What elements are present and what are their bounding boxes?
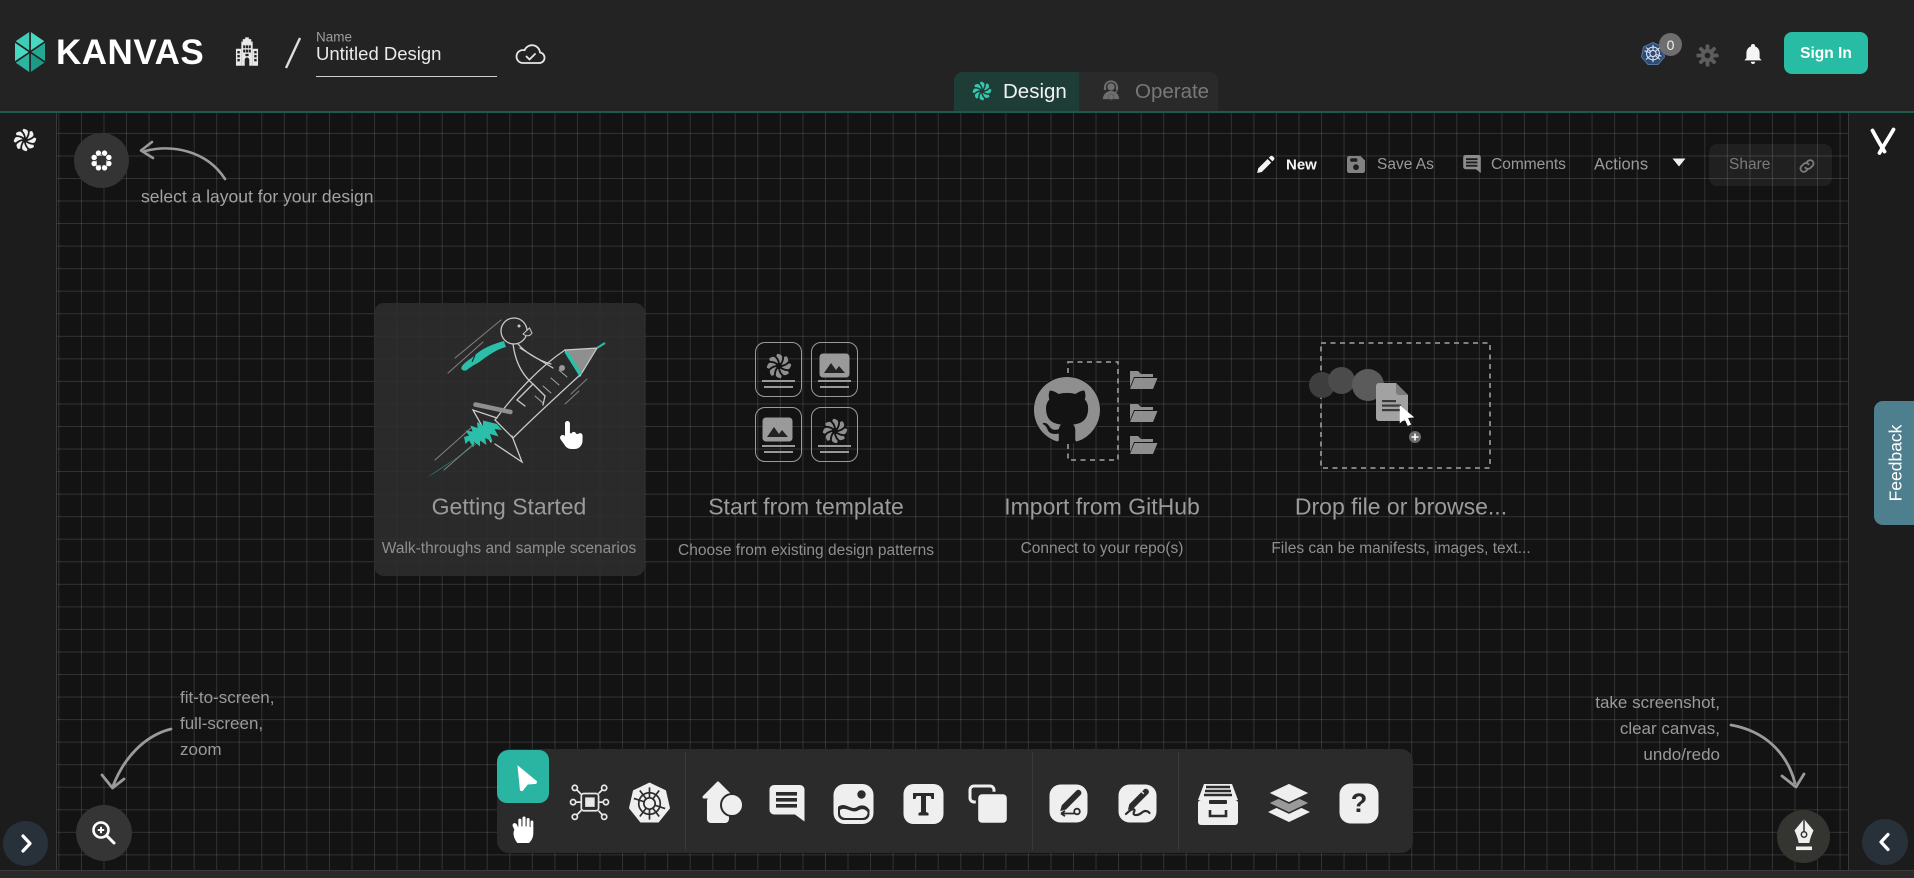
svg-text:?: ? <box>1351 788 1368 818</box>
